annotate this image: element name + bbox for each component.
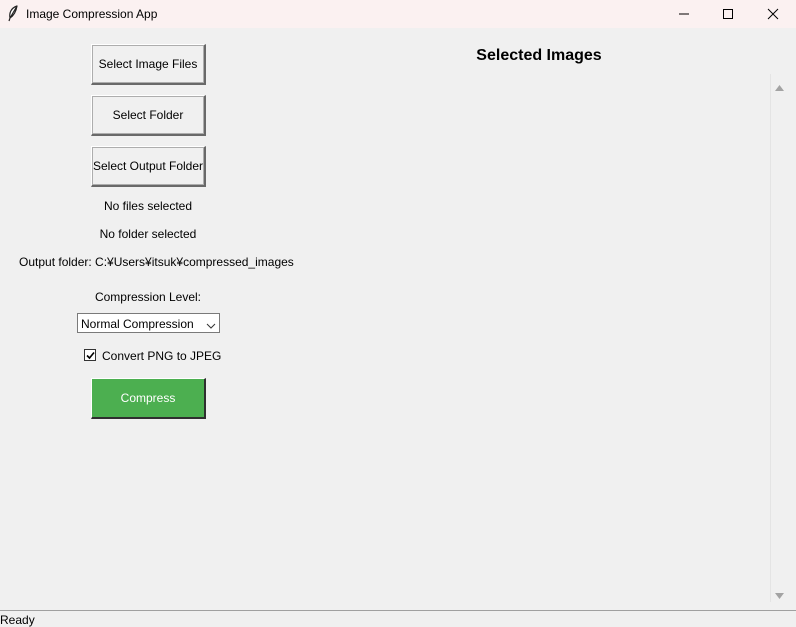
output-folder-label: Output folder: C:¥Users¥itsuk¥compressed… [19,255,294,269]
scroll-down-arrow-icon[interactable] [775,588,784,599]
status-bar: Ready [0,610,796,627]
checkmark-icon [86,351,95,360]
convert-png-label[interactable]: Convert PNG to JPEG [102,349,221,363]
window-title: Image Compression App [26,7,158,21]
feather-icon [6,5,20,22]
scroll-up-arrow-icon[interactable] [775,80,784,91]
select-image-files-button[interactable]: Select Image Files [91,44,206,85]
chevron-down-icon [206,319,216,329]
folder-status-label: No folder selected [99,227,197,241]
select-folder-button[interactable]: Select Folder [91,95,206,136]
compression-level-label: Compression Level: [94,290,202,304]
close-icon[interactable] [750,0,796,28]
status-text: Ready [0,613,35,627]
select-output-folder-button[interactable]: Select Output Folder [91,146,206,187]
title-bar: Image Compression App [0,0,796,28]
compression-level-select[interactable]: Normal Compression [77,313,220,333]
convert-png-checkbox[interactable] [84,349,96,361]
vertical-scrollbar[interactable] [770,74,787,602]
maximize-icon[interactable] [705,0,751,28]
files-status-label: No files selected [103,199,193,213]
compression-level-value: Normal Compression [81,317,194,331]
minimize-icon[interactable] [661,0,707,28]
compress-button[interactable]: Compress [91,378,206,419]
selected-images-heading: Selected Images [476,47,602,64]
